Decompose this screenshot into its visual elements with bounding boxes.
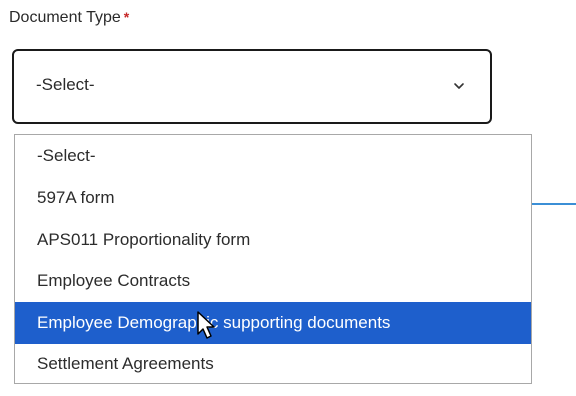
- select-current-value: -Select-: [36, 75, 95, 94]
- chevron-down-icon: [454, 83, 464, 89]
- dropdown-option[interactable]: Settlement Agreements: [15, 343, 531, 385]
- dropdown-option[interactable]: -Select-: [15, 135, 531, 177]
- dropdown-option-highlighted[interactable]: Employee Demographic supporting document…: [15, 302, 531, 344]
- dropdown-option[interactable]: Employee Contracts: [15, 260, 531, 302]
- document-type-select[interactable]: -Select-: [12, 49, 492, 124]
- document-type-label: Document Type *: [9, 9, 129, 27]
- document-type-label-text: Document Type: [9, 9, 121, 26]
- dropdown-option[interactable]: APS011 Proportionality form: [15, 219, 531, 261]
- required-indicator: *: [123, 9, 130, 25]
- accent-connector-line: [532, 203, 576, 205]
- document-type-dropdown-list: -Select- 597A form APS011 Proportionalit…: [14, 134, 532, 384]
- dropdown-option[interactable]: 597A form: [15, 177, 531, 219]
